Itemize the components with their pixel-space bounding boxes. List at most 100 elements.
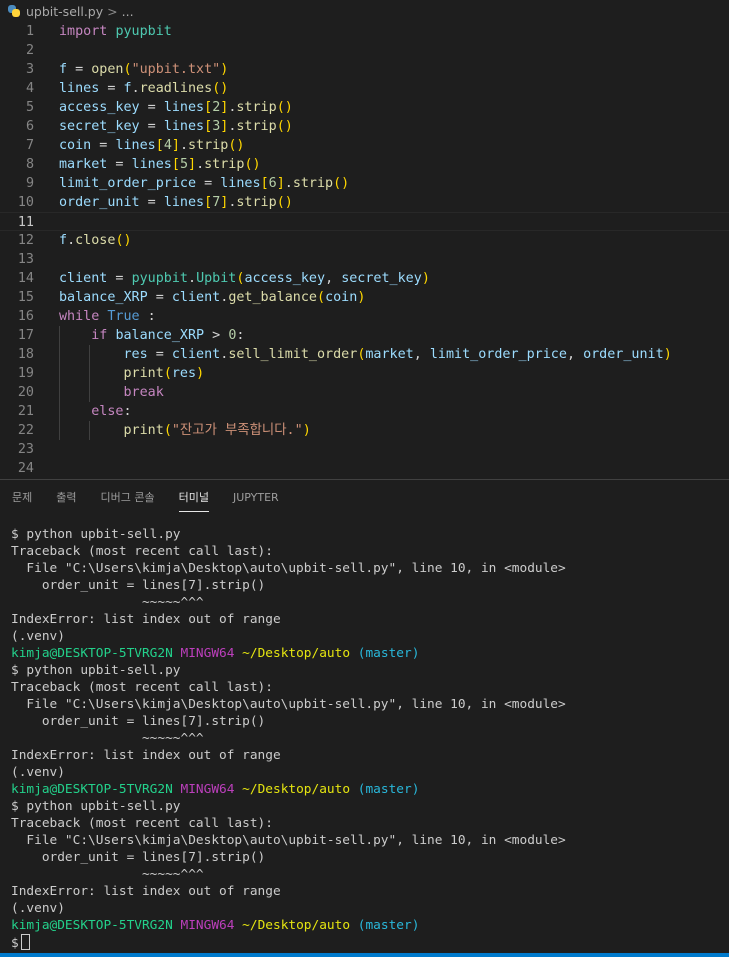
code-line[interactable]: 1 import pyupbit: [0, 22, 729, 41]
breadcrumb: upbit-sell.py > ...: [0, 0, 729, 22]
code-text: f = open("upbit.txt"): [59, 62, 229, 77]
code-text: if balance_XRP > 0:: [91, 328, 245, 343]
code-text: limit_order_price = lines[6].strip(): [59, 176, 350, 191]
code-line[interactable]: 5 access_key = lines[2].strip(): [0, 98, 729, 117]
code-line[interactable]: 2: [0, 41, 729, 60]
status-bar: [0, 953, 729, 957]
terminal-line: File "C:\Users\kimja\Desktop\auto\upbit-…: [11, 561, 566, 576]
terminal-line: IndexError: list index out of range: [11, 884, 281, 899]
code-text: res = client.sell_limit_order(market, li…: [123, 347, 672, 362]
line-number: 18: [17, 347, 34, 362]
tab-1[interactable]: 출력: [44, 480, 88, 516]
line-number: 13: [17, 252, 34, 267]
terminal-line: File "C:\Users\kimja\Desktop\auto\upbit-…: [11, 697, 566, 712]
line-number: 4: [25, 81, 34, 96]
line-number: 7: [25, 138, 34, 153]
terminal-line: $ python upbit-sell.py: [11, 663, 181, 678]
code-line[interactable]: 20 break: [0, 383, 729, 402]
code-line[interactable]: 19 print(res): [0, 364, 729, 383]
code-line[interactable]: 12 f.close(): [0, 231, 729, 250]
prompt-symbol: $: [11, 936, 19, 951]
panel-tabs: 문제 출력 디버그 콘솔 터미널 JUPYTER: [0, 480, 729, 516]
terminal-line: (.venv): [11, 629, 65, 644]
code-line[interactable]: 16 while True :: [0, 307, 729, 326]
prompt-env: MINGW64: [180, 646, 235, 661]
code-text: order_unit = lines[7].strip(): [59, 195, 293, 210]
code-line[interactable]: 4 lines = f.readlines(): [0, 79, 729, 98]
terminal-input-line: $: [11, 934, 30, 951]
code-line[interactable]: 8 market = lines[5].strip(): [0, 155, 729, 174]
tab-0[interactable]: 문제: [0, 480, 44, 516]
code-text: import pyupbit: [59, 24, 172, 39]
line-number: 2: [25, 43, 34, 58]
line-number: 16: [17, 309, 34, 324]
code-line[interactable]: 17 if balance_XRP > 0:: [0, 326, 729, 345]
terminal-line: IndexError: list index out of range: [11, 612, 281, 627]
terminal-line: $ python upbit-sell.py: [11, 799, 181, 814]
terminal-prompt-info: kimja@DESKTOP-5TVRG2N MINGW64 ~/Desktop/…: [11, 645, 419, 662]
code-line[interactable]: 14 client = pyupbit.Upbit(access_key, sec…: [0, 269, 729, 288]
terminal-line: order_unit = lines[7].strip(): [11, 714, 266, 729]
line-number: 22: [17, 423, 34, 438]
line-number: 3: [25, 62, 34, 77]
code-line[interactable]: 23: [0, 440, 729, 459]
line-number: 24: [17, 461, 34, 476]
prompt-env: MINGW64: [180, 918, 235, 933]
code-text: break: [123, 385, 164, 400]
code-text: while True :: [59, 309, 156, 324]
line-number: 12: [17, 233, 34, 248]
breadcrumb-file[interactable]: upbit-sell.py: [26, 4, 103, 19]
code-text: market = lines[5].strip(): [59, 157, 261, 172]
code-line[interactable]: 18 res = client.sell_limit_order(market,…: [0, 345, 729, 364]
code-text: client = pyupbit.Upbit(access_key, secre…: [59, 271, 430, 286]
line-number: 19: [17, 366, 34, 381]
prompt-env: MINGW64: [180, 782, 235, 797]
code-line[interactable]: 11: [0, 212, 729, 231]
line-number: 20: [17, 385, 34, 400]
tab-2[interactable]: 디버그 콘솔: [89, 480, 167, 516]
terminal-line: ~~~~~^^^: [11, 867, 204, 882]
code-text: balance_XRP = client.get_balance(coin): [59, 290, 366, 305]
code-line[interactable]: 10 order_unit = lines[7].strip(): [0, 193, 729, 212]
code-line[interactable]: 21 else:: [0, 402, 729, 421]
code-line[interactable]: 22 print("잔고가 부족합니다."): [0, 421, 729, 440]
code-line[interactable]: 24: [0, 459, 729, 478]
prompt-path: ~/Desktop/auto: [242, 918, 351, 933]
line-number: 14: [17, 271, 34, 286]
tab-4[interactable]: JUPYTER: [221, 480, 291, 516]
terminal-prompt-info: kimja@DESKTOP-5TVRG2N MINGW64 ~/Desktop/…: [11, 917, 419, 934]
prompt-user: kimja@DESKTOP-5TVRG2N: [11, 646, 173, 661]
terminal-prompt-info: kimja@DESKTOP-5TVRG2N MINGW64 ~/Desktop/…: [11, 781, 419, 798]
line-number: 6: [25, 119, 34, 134]
terminal-line: $ python upbit-sell.py: [11, 527, 181, 542]
terminal-line: File "C:\Users\kimja\Desktop\auto\upbit-…: [11, 833, 566, 848]
code-text: lines = f.readlines(): [59, 81, 229, 96]
code-line[interactable]: 7 coin = lines[4].strip(): [0, 136, 729, 155]
breadcrumb-more[interactable]: ...: [122, 4, 134, 19]
code-line[interactable]: 15 balance_XRP = client.get_balance(coin): [0, 288, 729, 307]
prompt-path: ~/Desktop/auto: [242, 782, 351, 797]
line-number: 11: [17, 215, 34, 230]
prompt-branch: (master): [357, 918, 420, 933]
line-number: 1: [25, 24, 34, 39]
terminal-line: ~~~~~^^^: [11, 595, 204, 610]
line-number: 9: [25, 176, 34, 191]
terminal-line: (.venv): [11, 901, 65, 916]
prompt-branch: (master): [357, 782, 420, 797]
terminal-line: IndexError: list index out of range: [11, 748, 281, 763]
python-file-icon: [8, 5, 20, 17]
code-line[interactable]: 3 f = open("upbit.txt"): [0, 60, 729, 79]
terminal-line: Traceback (most recent call last):: [11, 816, 273, 831]
terminal-line: Traceback (most recent call last):: [11, 680, 273, 695]
code-editor[interactable]: 1 import pyupbit 2 3 f = open("upbit.txt") 4 l…: [0, 22, 729, 479]
prompt-user: kimja@DESKTOP-5TVRG2N: [11, 782, 173, 797]
prompt-user: kimja@DESKTOP-5TVRG2N: [11, 918, 173, 933]
code-line[interactable]: 13: [0, 250, 729, 269]
terminal-cursor[interactable]: [20, 934, 30, 950]
code-text: print(res): [123, 366, 205, 381]
indent-guide: [59, 326, 60, 440]
code-line[interactable]: 9 limit_order_price = lines[6].strip(): [0, 174, 729, 193]
prompt-branch: (master): [357, 646, 420, 661]
code-line[interactable]: 6 secret_key = lines[3].strip(): [0, 117, 729, 136]
tab-3[interactable]: 터미널: [167, 480, 221, 516]
